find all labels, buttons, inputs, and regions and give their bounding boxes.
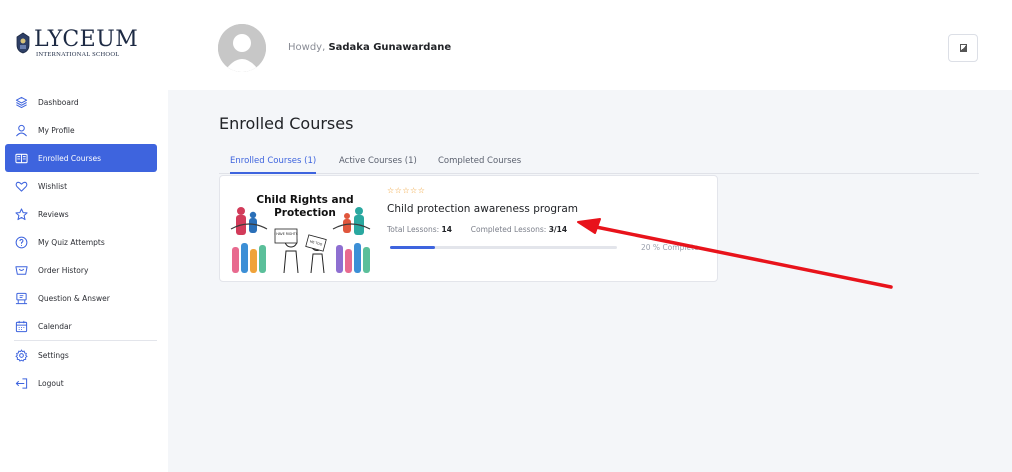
- sidebar-item-my-quiz-attempts[interactable]: My Quiz Attempts: [0, 228, 168, 256]
- star-icon: [14, 207, 28, 221]
- sidebar-item-order-history[interactable]: Order History: [0, 256, 168, 284]
- sidebar-item-dashboard[interactable]: Dashboard: [0, 88, 168, 116]
- sidebar-item-logout[interactable]: Logout: [0, 369, 168, 397]
- question-answer-icon: [14, 291, 28, 305]
- courses-icon: [14, 151, 28, 165]
- tab-enrolled-courses[interactable]: Enrolled Courses (1): [230, 156, 317, 174]
- crest-icon: [16, 32, 30, 54]
- sidebar-item-question-answer[interactable]: Question & Answer: [0, 284, 168, 312]
- thumbnail-title-line2: Protection: [274, 207, 336, 219]
- progress-label: 20 % Complete: [641, 243, 699, 252]
- logout-icon: [14, 376, 28, 390]
- avatar[interactable]: [218, 24, 266, 72]
- course-tabs: Enrolled Courses (1) Active Courses (1) …: [219, 152, 979, 174]
- sidebar-item-label: Enrolled Courses: [38, 153, 102, 163]
- page-title: Enrolled Courses: [219, 114, 354, 133]
- greeting: Howdy, Sadaka Gunawardane: [288, 42, 451, 53]
- thumbnail-title-line1: Child Rights and: [256, 194, 353, 206]
- sidebar-item-reviews[interactable]: Reviews: [0, 200, 168, 228]
- tab-active-courses[interactable]: Active Courses (1): [339, 156, 417, 174]
- sidebar-item-label: Settings: [38, 350, 69, 360]
- user-icon: [14, 123, 28, 137]
- total-lessons-value: 14: [441, 225, 452, 234]
- user-placeholder-icon: [218, 24, 266, 72]
- greeting-text: Howdy,: [288, 42, 326, 53]
- completed-lessons-label: Completed Lessons:: [470, 225, 547, 234]
- header-menu-button[interactable]: [948, 34, 978, 62]
- sidebar-item-settings[interactable]: Settings: [0, 341, 168, 369]
- course-meta: Total Lessons: 14 Completed Lessons: 3/1…: [387, 225, 567, 234]
- sidebar-item-label: Logout: [38, 378, 64, 388]
- thumbnail-sign-1: I HAVE RIGHTS: [274, 232, 298, 236]
- progress-bar: [390, 246, 617, 249]
- course-thumbnail[interactable]: I HAVE RIGHTS ME TOO Child Rights and Pr…: [229, 185, 372, 273]
- brand-subtitle: INTERNATIONAL SCHOOL: [36, 51, 120, 58]
- user-name: Sadaka Gunawardane: [328, 42, 452, 53]
- total-lessons-label: Total Lessons:: [387, 225, 440, 234]
- sidebar-item-label: Question & Answer: [38, 293, 110, 303]
- sidebar-item-wishlist[interactable]: Wishlist: [0, 172, 168, 200]
- completed-lessons-value: 3/14: [548, 225, 568, 234]
- sidebar-item-my-profile[interactable]: My Profile: [0, 116, 168, 144]
- sidebar: LYCEUM INTERNATIONAL SCHOOL Dashboard My…: [0, 0, 168, 472]
- sidebar-item-label: My Quiz Attempts: [38, 237, 105, 247]
- dashboard-icon: [14, 95, 28, 109]
- sidebar-item-calendar[interactable]: Calendar: [0, 312, 168, 340]
- sidebar-item-label: Calendar: [38, 321, 72, 331]
- quiz-icon: [14, 235, 28, 249]
- tab-completed-courses[interactable]: Completed Courses: [438, 156, 521, 174]
- course-card[interactable]: I HAVE RIGHTS ME TOO Child Rights and Pr…: [219, 175, 718, 282]
- sidebar-item-label: My Profile: [38, 125, 75, 135]
- calendar-icon: [14, 319, 28, 333]
- gear-icon: [14, 348, 28, 362]
- cart-icon: [14, 263, 28, 277]
- rating-stars: ☆☆☆☆☆: [387, 186, 426, 195]
- sidebar-item-enrolled-courses[interactable]: Enrolled Courses: [5, 144, 157, 172]
- toggle-icon: [959, 44, 967, 52]
- sidebar-nav: Dashboard My Profile Enrolled Courses Wi…: [0, 88, 168, 397]
- brand-name: LYCEUM: [34, 27, 139, 52]
- school-logo[interactable]: LYCEUM INTERNATIONAL SCHOOL: [12, 26, 162, 66]
- top-header: Howdy, Sadaka Gunawardane: [168, 0, 1012, 90]
- sidebar-item-label: Wishlist: [38, 181, 68, 191]
- sidebar-item-label: Reviews: [38, 209, 69, 219]
- sidebar-item-label: Dashboard: [38, 97, 79, 107]
- progress-bar-fill: [390, 246, 436, 249]
- course-title[interactable]: Child protection awareness program: [387, 203, 578, 215]
- sidebar-item-label: Order History: [38, 265, 89, 275]
- heart-icon: [14, 179, 28, 193]
